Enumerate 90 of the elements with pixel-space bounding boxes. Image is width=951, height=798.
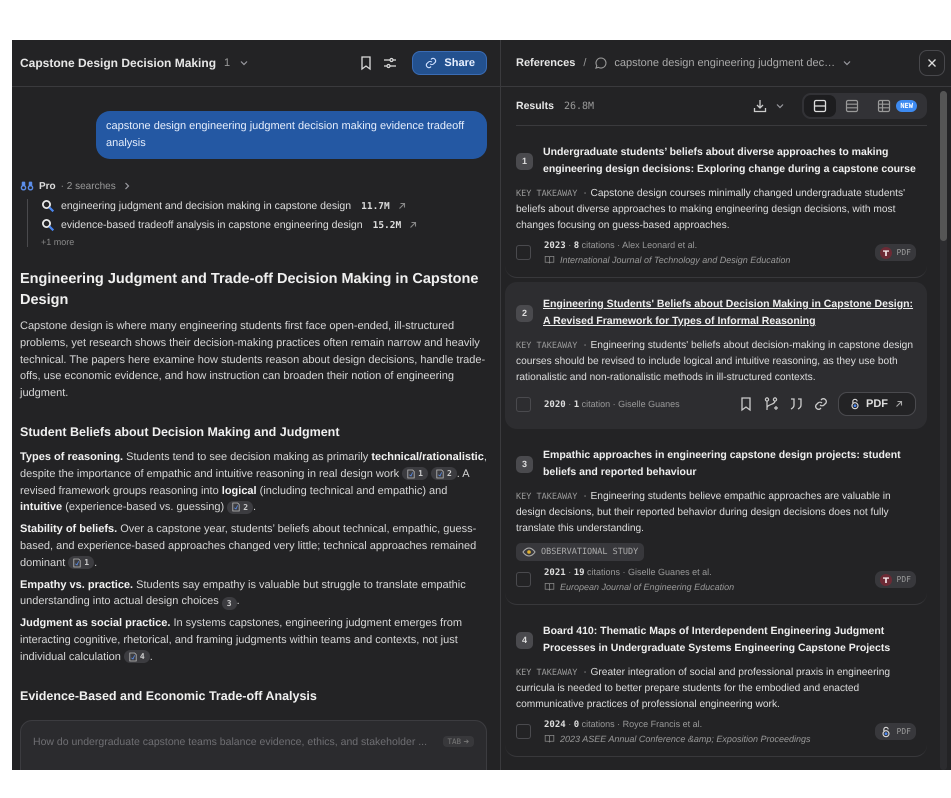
download-icon[interactable]	[752, 98, 768, 114]
key-takeaway: KEY TAKEAWAY · Engineering students' beliefs about decision-making in capstone design courses should be revised to include logical and intuitive reasoning, as they use both rationalistic and non-rationalistic methods in ill-structured contexts.	[516, 339, 914, 385]
finding-paragraph: Types of reasoning. Students tend to see decision making as primarily technical/rationalistic, despite the importance of empathic and intuitive reasoning in real design work 1 2 . A revised framework groups reasoning into logical (including technical and empathic) and intuitive (experience-based vs. guessing) 2 .	[20, 450, 487, 516]
paper-meta: 2020 · 1 citation · Giselle Guanes	[544, 398, 680, 410]
pdf-button[interactable]: PDF	[874, 571, 916, 588]
settings-icon[interactable]	[382, 55, 398, 71]
link-icon	[424, 56, 438, 70]
branch-icon[interactable]	[763, 396, 779, 412]
view-toggle[interactable]	[804, 95, 836, 117]
pdf-button[interactable]: PDF	[874, 244, 916, 261]
pro-label: Pro	[39, 180, 56, 192]
book-icon	[544, 254, 555, 265]
book-icon	[544, 581, 555, 592]
thread-count: 1	[224, 57, 230, 69]
paper-title-link[interactable]: Engineering Students' Beliefs about Decision Making in Capstone Design: A Revised Framework for Types of Informal Reasoning	[543, 296, 916, 330]
paper-title-link[interactable]: Undergraduate students’ beliefs about diverse approaches to making engineering design decisions: Exploring change during a capstone course	[543, 144, 916, 178]
quote-icon[interactable]	[788, 396, 804, 412]
paper-number: 1	[516, 152, 533, 170]
citation-chip[interactable]: 4	[124, 650, 150, 664]
key-takeaway: KEY TAKEAWAY · Greater integration of social and professional praxis in engineering curricula is needed to better prepare students for the embodied and enacted communicative practices of professional engineering work.	[516, 666, 892, 712]
journal-name: 2023 ASEE Annual Conference &amp; Exposition Proceedings	[560, 734, 810, 744]
search-query[interactable]: evidence-based tradeoff analysis in capstone engineering design	[61, 219, 363, 231]
citation-chip[interactable]: 1	[68, 556, 94, 570]
searches-toggle[interactable]: · 2 searches	[60, 180, 116, 192]
document-icon	[128, 652, 137, 662]
result-count: 11.7M	[361, 200, 390, 212]
university-logo-icon	[880, 574, 892, 586]
paper-number: 4	[516, 632, 533, 648]
study-type-tag: OBSERVATIONAL STUDY	[516, 543, 644, 561]
open-lock-icon	[880, 726, 892, 738]
paper-meta: 2023 · 8 citations · Alex Leonard et al.	[544, 240, 698, 251]
document-icon	[232, 502, 240, 512]
paper-title-link[interactable]: Board 410: Thematic Maps of Interdependent Engineering Judgment Processes in Undergraduate Systems Engineering Capstone Projects	[543, 623, 916, 657]
paper-meta: 2021 · 19 citations · Giselle Guanes et al.	[544, 567, 713, 578]
key-takeaway: KEY TAKEAWAY · Capstone design courses minimally changed undergraduate students' beliefs about diverse approaches to making engineering design decisions, with most changes focusing on guess-based approaches.	[516, 187, 906, 233]
paper-meta: 2024 · 0 citations · Royce Francis et al.	[544, 719, 704, 730]
journal-name: International Journal of Technology and Design Education	[560, 254, 790, 264]
chat-bubble-icon	[594, 56, 608, 70]
document-icon	[436, 468, 444, 479]
select-checkbox[interactable]	[516, 245, 531, 260]
breadcrumb-separator: /	[583, 57, 586, 69]
close-button[interactable]	[919, 50, 945, 76]
finding-paragraph: Empathy vs. practice. Students say empathy is valuable but struggle to translate empathic understanding into actual design choices 3 .	[20, 578, 467, 610]
select-checkbox[interactable]	[516, 724, 531, 739]
eye-icon	[522, 545, 536, 559]
search-query[interactable]: engineering judgment and decision making in capstone design	[61, 200, 352, 212]
more-searches-link[interactable]: +1 more	[41, 237, 487, 247]
pdf-button[interactable]: PDF	[838, 392, 916, 416]
finding-paragraph: Judgment as social practice. In systems capstones, engineering judgment emerges from interacting cognitive, rhetorical, and framing judgments within teams and contexts, not just individual calculation 4 .	[20, 616, 464, 666]
close-icon	[926, 57, 938, 69]
scrollbar[interactable]	[940, 91, 947, 770]
citation-chip[interactable]: 2	[430, 467, 457, 480]
document-icon	[73, 558, 82, 568]
arrow-right-icon	[463, 738, 470, 745]
document-icon	[407, 468, 416, 479]
results-count: 26.8M	[564, 100, 594, 112]
question-input[interactable]: How do undergraduate capstone teams balance evidence, ethics, and stakeholder ...	[33, 736, 436, 748]
share-button[interactable]: Share	[412, 51, 487, 75]
search-icon	[41, 199, 55, 213]
finding-paragraph: Stability of beliefs. Over a capstone year, students’ beliefs about technical, empathic, guess-based, and experience-based approaches changed very little; technical approaches remained dominant 1 .	[20, 522, 478, 572]
section-heading: Student Beliefs about Decision Making and Judgment	[20, 424, 340, 439]
key-takeaway: KEY TAKEAWAY · Engineering students believe empathic approaches are valuable in design decisions, but their reported behavior during design decisions does not fully translate this understanding.	[516, 490, 892, 536]
link-icon[interactable]	[813, 396, 829, 412]
query-breadcrumb[interactable]: capstone design engineering judgment dec…	[614, 57, 836, 69]
citation-chip[interactable]: 3	[222, 597, 237, 610]
list-view-icon	[844, 98, 860, 114]
answer-heading: Engineering Judgment and Trade-off Decision Making in Capstone Design	[20, 270, 480, 310]
citation-chip[interactable]: 1	[402, 467, 428, 480]
split-view-icon	[812, 98, 828, 114]
chat-title: Capstone Design Decision Making	[20, 56, 216, 70]
result-count: 15.2M	[372, 220, 402, 230]
select-checkbox[interactable]	[516, 396, 531, 412]
university-logo-icon	[880, 246, 892, 258]
binoculars-icon	[20, 179, 34, 193]
query-bubble: capstone design engineering judgment decision making evidence tradeoff analysis	[96, 111, 487, 159]
citation-chip[interactable]: 2	[227, 500, 254, 514]
results-label: Results	[516, 100, 554, 112]
paper-title-link[interactable]: Empathic approaches in engineering capstone design projects: student beliefs and reported behaviour	[543, 447, 916, 481]
paper-number: 2	[516, 304, 533, 322]
search-icon	[41, 218, 55, 232]
table-view-icon	[876, 98, 892, 114]
references-title: References	[516, 57, 576, 69]
open-lock-icon	[849, 398, 861, 410]
journal-name: European Journal of Engineering Education	[560, 582, 734, 592]
paper-number: 3	[516, 456, 533, 472]
select-checkbox[interactable]	[516, 572, 531, 587]
pdf-button[interactable]: PDF	[874, 723, 916, 740]
section-heading: Evidence-Based and Economic Trade-off Analysis	[20, 688, 318, 703]
intro-paragraph: Capstone design is where many engineering students first face open-ended, ill-structured problems, yet research shows their decision-making practices often remain narrow and heavily technical. The papers here examine how students reason about design decisions, handle trade-offs, use economic evidence, and how instruction can broaden their notion of engineering judgment.	[20, 319, 486, 402]
book-icon	[544, 733, 555, 744]
